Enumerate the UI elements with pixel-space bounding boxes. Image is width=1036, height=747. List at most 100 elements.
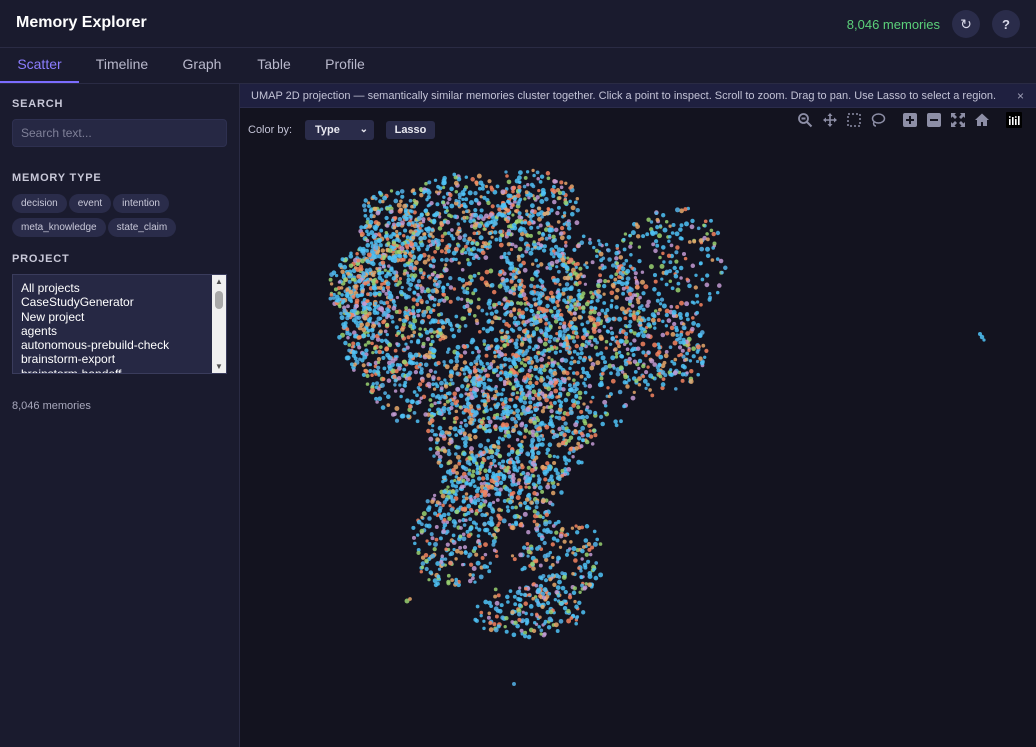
scatter-point[interactable] [597,382,603,388]
scatter-point[interactable] [516,459,521,464]
scatter-point[interactable] [515,408,521,414]
scatter-point[interactable] [678,315,683,320]
scatter-point[interactable] [519,628,524,633]
scatter-point[interactable] [593,575,599,581]
scatter-point[interactable] [422,235,427,241]
scatter-point[interactable] [404,342,408,346]
scatter-point[interactable] [533,407,538,412]
scatter-point[interactable] [523,428,529,433]
scatter-point[interactable] [444,250,448,255]
scatter-point[interactable] [461,499,466,504]
scatter-point[interactable] [449,405,454,411]
scatter-point[interactable] [471,381,477,387]
scatter-point[interactable] [545,461,550,466]
scatter-point[interactable] [463,377,468,382]
scatter-point[interactable] [561,262,566,267]
scatter-point[interactable] [676,281,681,286]
scatter-point[interactable] [372,310,378,315]
scatter-point[interactable] [593,433,598,438]
scatter-point[interactable] [529,449,535,454]
zoom-icon[interactable] [797,112,813,128]
scatter-point[interactable] [474,522,478,526]
autoscale-icon[interactable] [950,112,966,128]
scatter-point[interactable] [573,599,577,604]
scatter-point[interactable] [530,561,535,567]
scatter-point[interactable] [463,443,468,449]
lasso-button[interactable]: Lasso [386,121,435,139]
scatter-point[interactable] [500,437,505,442]
scatter-point[interactable] [715,230,721,236]
scatter-point[interactable] [484,408,489,413]
scatter-point[interactable] [696,226,701,231]
scatter-point[interactable] [355,267,361,272]
scatter-point[interactable] [457,226,462,230]
scatter-point[interactable] [476,382,482,388]
scatter-point[interactable] [367,267,373,273]
scatter-point[interactable] [554,259,560,264]
scatter-point[interactable] [434,525,439,529]
scatter-point[interactable] [529,365,534,370]
scatter-point[interactable] [684,301,690,307]
scatter-point[interactable] [453,180,459,186]
scatter-point[interactable] [597,239,601,243]
scatter-point[interactable] [547,616,553,622]
scatter-point[interactable] [473,314,477,318]
scatter-point[interactable] [525,504,530,510]
scatter-point[interactable] [516,612,522,617]
scatter-point[interactable] [490,235,494,239]
scatter-point[interactable] [482,227,486,231]
scatter-point[interactable] [523,501,527,505]
scatter-point[interactable] [488,231,493,236]
scatter-point[interactable] [355,323,360,328]
umap-scatter-plot[interactable] [240,144,1036,747]
scatter-point[interactable] [461,210,466,214]
scatter-point[interactable] [532,413,536,417]
scatter-point[interactable] [440,554,445,558]
scatter-point[interactable] [387,248,393,253]
scatter-point[interactable] [415,361,419,365]
scatter-point[interactable] [668,235,672,239]
scatter-point[interactable] [535,170,540,175]
scatter-point[interactable] [561,574,567,580]
scatter-point[interactable] [632,338,637,343]
scatter-point[interactable] [477,476,482,481]
scatter-point[interactable] [583,538,589,543]
scatter-point[interactable] [648,264,654,270]
scatter-point[interactable] [470,408,476,414]
scatter-point[interactable] [538,223,543,228]
scatter-point[interactable] [535,284,540,289]
scatter-point[interactable] [587,582,592,588]
scatter-point[interactable] [482,402,487,407]
scatter-point[interactable] [504,486,510,492]
scatter-point[interactable] [487,428,493,434]
scatter-point[interactable] [423,412,428,417]
scatter-point[interactable] [441,320,445,325]
scatter-point[interactable] [569,320,574,325]
scatter-point[interactable] [396,331,400,336]
scatter-point[interactable] [592,541,598,547]
scatter-point[interactable] [445,282,450,287]
scatter-point[interactable] [402,383,407,388]
scatter-point[interactable] [426,204,430,208]
scatter-point[interactable] [547,233,552,238]
scatter-point[interactable] [331,296,336,300]
scatter-point[interactable] [608,342,613,347]
scatter-point[interactable] [379,382,385,388]
scatter-point[interactable] [455,323,460,328]
scatter-point[interactable] [370,388,375,393]
scatter-point[interactable] [467,369,473,374]
scatter-point[interactable] [393,348,398,353]
scatter-point[interactable] [499,365,504,370]
scatter-point[interactable] [378,329,383,334]
scatter-point[interactable] [452,391,458,397]
scatter-point[interactable] [575,207,580,213]
scatter-point[interactable] [425,539,429,543]
scatter-point[interactable] [498,487,503,492]
scatter-point[interactable] [622,380,627,385]
scatter-point[interactable] [479,610,484,615]
scatter-point[interactable] [409,262,414,267]
scatter-point[interactable] [556,442,562,448]
scatter-point[interactable] [532,474,536,478]
scatter-point[interactable] [562,214,567,218]
scatter-point[interactable] [548,609,554,615]
